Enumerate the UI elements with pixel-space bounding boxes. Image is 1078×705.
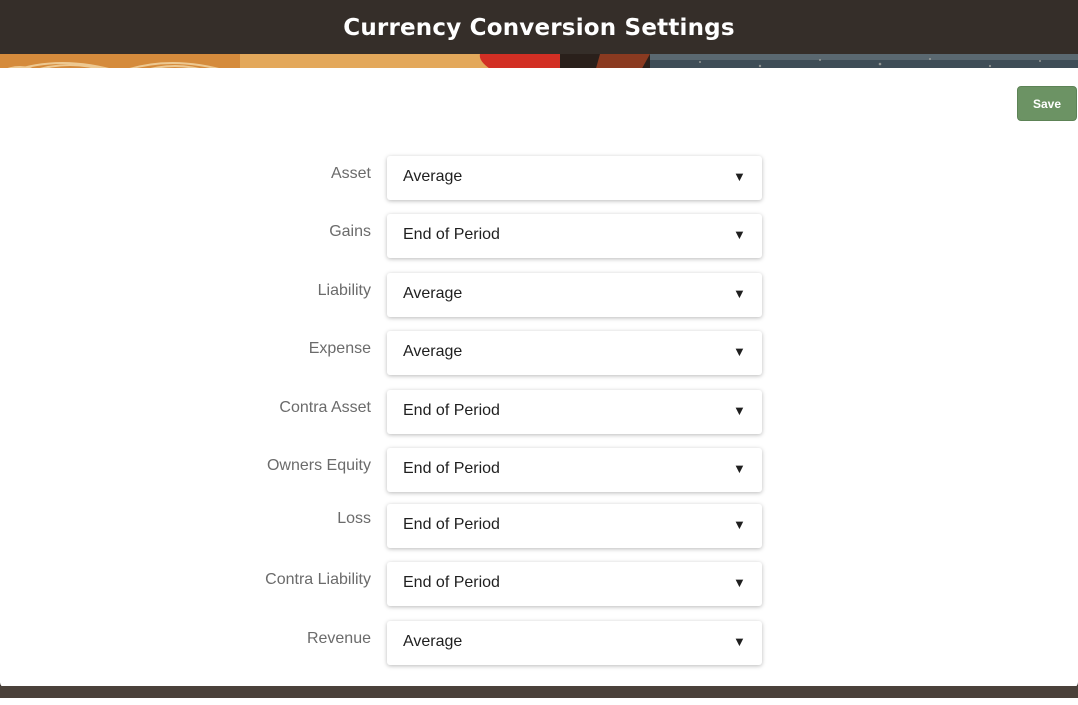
owners-equity-select[interactable]: End of Period ▼ <box>387 448 762 492</box>
caret-down-icon: ▼ <box>733 169 746 184</box>
select-value: End of Period <box>403 574 500 591</box>
caret-down-icon: ▼ <box>733 286 746 301</box>
page-header: Currency Conversion Settings <box>0 0 1078 56</box>
asset-select[interactable]: Average ▼ <box>387 156 762 200</box>
revenue-select[interactable]: Average ▼ <box>387 621 762 665</box>
select-value: Average <box>403 285 463 302</box>
setting-row-contra-asset: Contra Asset End of Period ▼ <box>0 390 1078 434</box>
decorative-footer-band <box>0 686 1078 705</box>
contra-liability-select[interactable]: End of Period ▼ <box>387 562 762 606</box>
select-value: End of Period <box>403 460 500 477</box>
setting-row-revenue: Revenue Average ▼ <box>0 621 1078 665</box>
page-title: Currency Conversion Settings <box>343 15 735 41</box>
select-value: Average <box>403 633 463 650</box>
expense-select[interactable]: Average ▼ <box>387 331 762 375</box>
setting-label: Contra Asset <box>279 399 371 416</box>
select-value: End of Period <box>403 226 500 243</box>
save-button[interactable]: Save <box>1017 86 1077 121</box>
setting-row-gains: Gains End of Period ▼ <box>0 214 1078 258</box>
select-value: End of Period <box>403 402 500 419</box>
setting-row-contra-liability: Contra Liability End of Period ▼ <box>0 562 1078 606</box>
setting-label: Liability <box>317 282 371 299</box>
setting-label: Loss <box>337 510 371 527</box>
caret-down-icon: ▼ <box>733 344 746 359</box>
setting-row-loss: Loss End of Period ▼ <box>0 504 1078 548</box>
caret-down-icon: ▼ <box>733 634 746 649</box>
setting-label: Gains <box>329 223 371 240</box>
app-window: Currency Conversion Settings Save Asset … <box>0 0 1078 705</box>
select-value: Average <box>403 343 463 360</box>
caret-down-icon: ▼ <box>733 403 746 418</box>
setting-row-expense: Expense Average ▼ <box>0 331 1078 375</box>
select-value: End of Period <box>403 516 500 533</box>
setting-label: Revenue <box>306 630 371 647</box>
caret-down-icon: ▼ <box>733 517 746 532</box>
caret-down-icon: ▼ <box>733 575 746 590</box>
setting-label: Expense <box>308 340 371 357</box>
caret-down-icon: ▼ <box>733 227 746 242</box>
setting-row-liability: Liability Average ▼ <box>0 273 1078 317</box>
loss-select[interactable]: End of Period ▼ <box>387 504 762 548</box>
setting-row-owners-equity: Owners Equity End of Period ▼ <box>0 448 1078 492</box>
setting-label: Asset <box>330 165 371 182</box>
caret-down-icon: ▼ <box>733 461 746 476</box>
contra-asset-select[interactable]: End of Period ▼ <box>387 390 762 434</box>
select-value: Average <box>403 168 463 185</box>
gains-select[interactable]: End of Period ▼ <box>387 214 762 258</box>
liability-select[interactable]: Average ▼ <box>387 273 762 317</box>
setting-label: Owners Equity <box>266 457 371 474</box>
setting-label: Contra Liability <box>265 571 371 588</box>
setting-row-asset: Asset Average ▼ <box>0 156 1078 200</box>
